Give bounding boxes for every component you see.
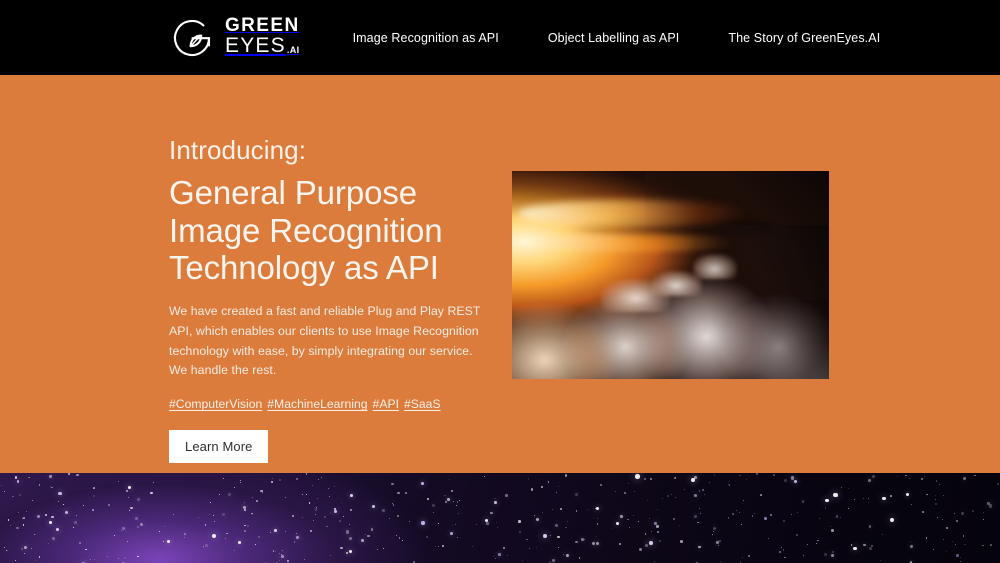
hero-copy-block: Introducing: General Purpose Image Recog… — [169, 135, 489, 464]
hashtag-list: #ComputerVision #MachineLearning #API #S… — [169, 397, 489, 411]
learn-more-button[interactable]: Learn More — [169, 430, 269, 464]
nav-item-story-of-greeneyes[interactable]: The Story of GreenEyes.AI — [728, 31, 880, 45]
hashtag-computervision[interactable]: #ComputerVision — [169, 397, 262, 411]
page-title: General Purpose Image Recognition Techno… — [169, 174, 489, 287]
greeneyes-circle-leaf-logo-icon — [174, 19, 211, 56]
brand-line-eyes: EYES — [225, 33, 286, 57]
hashtag-api[interactable]: #API — [373, 397, 399, 411]
headline-line-1: General Purpose — [169, 173, 417, 211]
nav-item-object-labelling-api[interactable]: Object Labelling as API — [548, 31, 680, 45]
nav-item-image-recognition-api[interactable]: Image Recognition as API — [353, 31, 499, 45]
hero-sunset-clouds-image — [512, 171, 829, 379]
sunset-clouds-artwork — [512, 171, 829, 379]
brand-line-green: GREEN — [225, 14, 300, 36]
brand-wordmark: GREEN EYES .AI — [225, 16, 300, 59]
starfield-section — [0, 473, 1000, 563]
headline-line-2: Image Recognition — [169, 211, 443, 249]
hero-section: Introducing: General Purpose Image Recog… — [0, 75, 1000, 473]
main-navigation: Image Recognition as API Object Labellin… — [353, 31, 881, 45]
starfield-artwork — [0, 473, 1000, 563]
hero-eyebrow: Introducing: — [169, 135, 307, 165]
brand-suffix-ai: .AI — [286, 45, 300, 56]
brand-logo-link[interactable]: GREEN EYES .AI — [168, 14, 300, 62]
landing-page: GREEN EYES .AI Image Recognition as API … — [0, 0, 1000, 563]
headline-line-3: Technology as API — [169, 249, 439, 287]
site-header: GREEN EYES .AI Image Recognition as API … — [0, 0, 1000, 75]
hashtag-saas[interactable]: #SaaS — [404, 397, 441, 411]
hashtag-machinelearning[interactable]: #MachineLearning — [267, 397, 367, 411]
hero-paragraph: We have created a fast and reliable Plug… — [169, 303, 481, 378]
